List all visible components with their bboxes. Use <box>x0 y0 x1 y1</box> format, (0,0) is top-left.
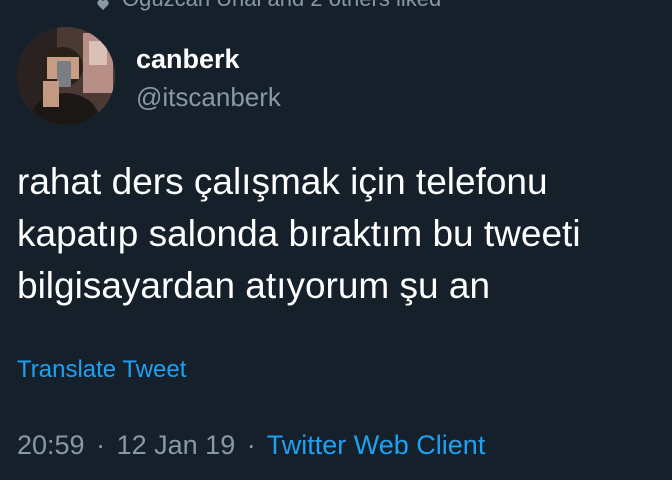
user-handle[interactable]: @itscanberk <box>136 80 281 114</box>
tweet-date: 12 Jan 19 <box>116 430 236 460</box>
author-info[interactable]: canberk @itscanberk <box>136 42 281 114</box>
social-context-text: Ogüzcan Ünal and 2 others liked <box>122 0 441 12</box>
meta-separator: · <box>246 430 256 460</box>
display-name[interactable]: canberk <box>136 42 281 76</box>
meta-separator: · <box>96 430 106 460</box>
avatar[interactable] <box>17 27 115 125</box>
tweet-source-link[interactable]: Twitter Web Client <box>267 430 486 460</box>
translate-tweet-link[interactable]: Translate Tweet <box>17 356 186 384</box>
tweet-meta: 20:59 · 12 Jan 19 · Twitter Web Client <box>17 430 485 461</box>
heart-icon <box>96 0 110 10</box>
tweet-text: rahat ders çalışmak için telefonu kapatı… <box>17 161 581 306</box>
social-context: Ogüzcan Ünal and 2 others liked <box>96 0 441 12</box>
tweet-time: 20:59 <box>17 430 85 460</box>
